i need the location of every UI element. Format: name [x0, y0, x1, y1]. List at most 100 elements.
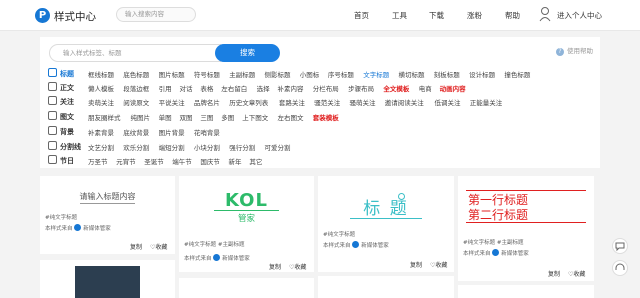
- tag-link[interactable]: 横切标题: [399, 69, 425, 79]
- tag-link[interactable]: 图片背景: [159, 127, 185, 137]
- tag-link[interactable]: 套装模板: [313, 112, 339, 122]
- tag-link[interactable]: 设计标题: [469, 69, 495, 79]
- category-text[interactable]: 正文: [48, 82, 86, 93]
- tag-link[interactable]: 可爱分割: [265, 142, 291, 152]
- help-link[interactable]: ? 使用帮助: [556, 45, 593, 56]
- copy-button[interactable]: 复制: [548, 269, 560, 278]
- tag-link[interactable]: 补素背景: [88, 127, 114, 137]
- tag-link[interactable]: 历史文章列表: [229, 97, 268, 107]
- tag-link[interactable]: 侧影标题: [265, 69, 291, 79]
- tag-link[interactable]: 底色标题: [123, 69, 149, 79]
- tag-link[interactable]: 阅读原文: [123, 97, 149, 107]
- tag-link[interactable]: 新年: [229, 156, 242, 166]
- tag-link[interactable]: 电商: [419, 83, 432, 93]
- tag-link[interactable]: 引用: [159, 83, 172, 93]
- tag-link[interactable]: 品牌名片: [194, 97, 220, 107]
- tag-link[interactable]: 低调关注: [435, 97, 461, 107]
- category-festival[interactable]: 节日: [48, 155, 86, 166]
- tag-link[interactable]: 纯图片: [131, 112, 151, 122]
- tag-link[interactable]: 符号标题: [194, 69, 220, 79]
- tag-link[interactable]: 框线标题: [88, 69, 114, 79]
- style-card[interactable]: 请输入标题内容 #纯文字标题 本样式来自 新媒体管家 复制 ♡收藏: [40, 176, 175, 254]
- tag-link[interactable]: 小块分割: [194, 142, 220, 152]
- style-card[interactable]: [318, 276, 454, 298]
- favorite-button[interactable]: ♡收藏: [289, 262, 306, 271]
- copy-button[interactable]: 复制: [410, 260, 422, 269]
- tag-link[interactable]: 三图: [200, 112, 213, 122]
- tag-link[interactable]: 段落边框: [123, 83, 149, 93]
- tag-link[interactable]: 左右留白: [221, 83, 247, 93]
- tag-link[interactable]: 花哨背景: [194, 127, 220, 137]
- favorite-button[interactable]: ♡收藏: [430, 260, 447, 269]
- tag-link[interactable]: 平说关注: [159, 97, 185, 107]
- tag-link[interactable]: 左右图文: [278, 112, 304, 122]
- style-card[interactable]: [40, 260, 175, 298]
- tag-link[interactable]: 图片标题: [159, 69, 185, 79]
- style-card[interactable]: [179, 278, 314, 298]
- favorite-button[interactable]: ♡收藏: [568, 269, 585, 278]
- favorite-button[interactable]: ♡收藏: [150, 242, 167, 251]
- tag-link[interactable]: 撞色标题: [504, 69, 530, 79]
- tag-link[interactable]: 文艺分割: [88, 142, 114, 152]
- tag-link[interactable]: 选择: [257, 83, 270, 93]
- tag-link[interactable]: 底纹背景: [123, 127, 149, 137]
- tag-link[interactable]: 对话: [180, 83, 193, 93]
- copy-button[interactable]: 复制: [269, 262, 281, 271]
- tag-link[interactable]: 邀请阅读关注: [385, 97, 424, 107]
- tag-link[interactable]: 表格: [200, 83, 213, 93]
- category-divider[interactable]: 分割线: [48, 141, 86, 152]
- tag-link[interactable]: 刻板标题: [434, 69, 460, 79]
- tag-link[interactable]: 强行分割: [229, 142, 255, 152]
- tag-link[interactable]: 骚萌关注: [350, 97, 376, 107]
- nav-grow-fans[interactable]: 涨粉: [467, 10, 482, 21]
- user-center-link[interactable]: 进入个人中心: [557, 10, 602, 21]
- tag-link[interactable]: 主副标题: [229, 69, 255, 79]
- tag-link[interactable]: 补素内容: [278, 83, 304, 93]
- style-card[interactable]: KOL 管家 #纯文字标题 #主副标题 本样式来自 新媒体管家 复制 ♡收藏: [179, 176, 314, 272]
- tag-link[interactable]: 上下图文: [242, 112, 268, 122]
- style-card[interactable]: 第一行标题 第二行标题 #纯文字标题 #主副标题 本样式来自 新媒体管家 复制 …: [458, 176, 594, 281]
- user-avatar-icon[interactable]: [539, 6, 551, 22]
- tag-link[interactable]: 步骤布局: [348, 83, 374, 93]
- tag-link[interactable]: 骚范关注: [314, 97, 340, 107]
- tag-link[interactable]: 序号标题: [328, 69, 354, 79]
- copy-button[interactable]: 复制: [130, 242, 142, 251]
- top-search-input[interactable]: 输入搜索内容: [116, 7, 196, 22]
- service-float-button[interactable]: [612, 260, 628, 276]
- tag-link[interactable]: 欢乐分割: [123, 142, 149, 152]
- category-image-text[interactable]: 图文: [48, 111, 86, 122]
- tag-link[interactable]: 文字标题: [363, 69, 389, 79]
- chat-float-button[interactable]: [612, 238, 628, 254]
- category-title[interactable]: 标题: [48, 68, 86, 79]
- style-card[interactable]: [458, 285, 594, 298]
- tag-link[interactable]: 多图: [221, 112, 234, 122]
- tag-link[interactable]: 套路关注: [279, 97, 305, 107]
- tag-link[interactable]: 端午节: [172, 156, 192, 166]
- tag-link[interactable]: 国庆节: [200, 156, 220, 166]
- style-search-input[interactable]: 输入样式标签、标题: [49, 44, 221, 62]
- tag-link[interactable]: 其它: [249, 156, 262, 166]
- tag-link[interactable]: 单图: [159, 112, 172, 122]
- logo-icon[interactable]: P: [35, 8, 50, 23]
- brand-name[interactable]: 样式中心: [54, 9, 96, 24]
- nav-download[interactable]: 下载: [429, 10, 444, 21]
- tag-link[interactable]: 动画内容: [440, 83, 466, 93]
- style-card[interactable]: 标 题 #纯文字标题 本样式来自 新媒体管家 复制 ♡收藏: [318, 176, 454, 272]
- tag-link[interactable]: 正能量关注: [470, 97, 503, 107]
- tag-link[interactable]: 朋友圈样式: [88, 112, 121, 122]
- tag-link[interactable]: 全文模板: [383, 83, 409, 93]
- category-background[interactable]: 背景: [48, 126, 86, 137]
- tag-link[interactable]: 端短分割: [159, 142, 185, 152]
- search-button[interactable]: 搜索: [215, 44, 280, 62]
- tag-link[interactable]: 小图标: [300, 69, 320, 79]
- tag-link[interactable]: 元宵节: [116, 156, 136, 166]
- tag-link[interactable]: 懒人模板: [88, 83, 114, 93]
- nav-tools[interactable]: 工具: [392, 10, 407, 21]
- nav-help[interactable]: 帮助: [505, 10, 520, 21]
- tag-link[interactable]: 分栏布局: [313, 83, 339, 93]
- category-follow[interactable]: 关注: [48, 96, 86, 107]
- nav-home[interactable]: 首页: [354, 10, 369, 21]
- tag-link[interactable]: 卖萌关注: [88, 97, 114, 107]
- tag-link[interactable]: 万圣节: [88, 156, 108, 166]
- tag-link[interactable]: 圣诞节: [144, 156, 164, 166]
